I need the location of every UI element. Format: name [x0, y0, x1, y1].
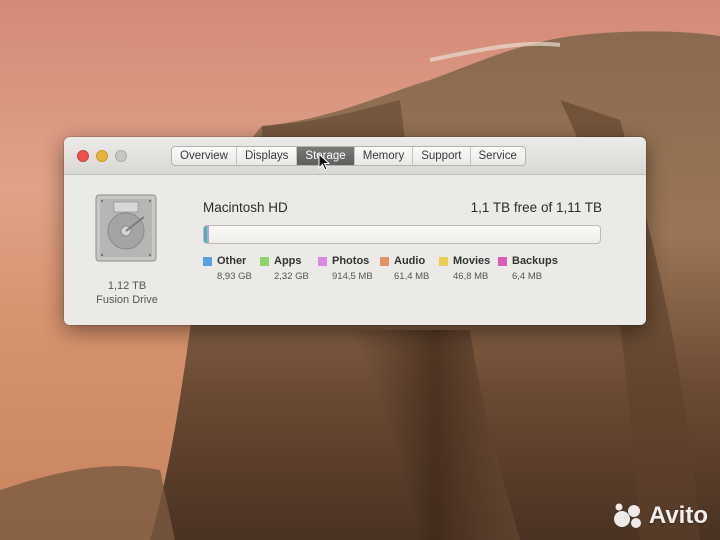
legend-swatch-other [203, 257, 212, 266]
free-space-text: 1,1 TB free of 1,11 TB [470, 200, 602, 215]
usage-segment-photos [208, 226, 209, 243]
disk-type: Fusion Drive [96, 294, 158, 306]
titlebar[interactable]: Overview Displays Storage Memory Support… [64, 137, 646, 175]
disk-capacity: 1,12 TB [107, 280, 147, 292]
tab-overview[interactable]: Overview [172, 147, 237, 165]
legend-label: Audio [394, 255, 426, 267]
legend-label: Apps [274, 255, 302, 267]
about-this-mac-window[interactable]: Overview Displays Storage Memory Support… [64, 137, 646, 325]
tab-service[interactable]: Service [471, 147, 525, 165]
legend-swatch-backups [498, 257, 507, 266]
legend-label: Other [217, 255, 247, 267]
storage-usage-bar [203, 225, 601, 244]
tab-memory[interactable]: Memory [355, 147, 414, 165]
legend-swatch-movies [439, 257, 448, 266]
legend-label: Movies [453, 255, 491, 267]
disk-caption: 1,12 TB Fusion Drive [82, 279, 172, 307]
storage-panel: 1,12 TB Fusion Drive Macintosh HD 1,1 TB… [64, 175, 646, 325]
legend-size: 61,4 MB [394, 271, 430, 282]
tab-displays[interactable]: Displays [237, 147, 298, 165]
legend-size: 46,8 MB [453, 271, 489, 282]
legend-size: 8,93 GB [217, 271, 252, 282]
volume-name: Macintosh HD [203, 200, 288, 215]
avito-logo-icon [613, 503, 641, 528]
legend-swatch-audio [380, 257, 389, 266]
legend-size: 2,32 GB [274, 271, 309, 282]
legend-swatch-photos [318, 257, 327, 266]
legend-size: 6,4 MB [512, 271, 543, 282]
zoom-button[interactable] [115, 150, 127, 162]
legend-label: Photos [332, 255, 370, 267]
mouse-pointer-icon [318, 153, 330, 171]
tab-support[interactable]: Support [413, 147, 471, 165]
tab-bar: Overview Displays Storage Memory Support… [171, 146, 526, 166]
watermark: Avito [613, 502, 708, 530]
legend-label: Backups [512, 255, 558, 267]
legend-swatch-apps [260, 257, 269, 266]
hard-drive-icon [95, 194, 157, 262]
minimize-button[interactable] [96, 150, 108, 162]
watermark-text: Avito [648, 502, 708, 529]
legend-size: 914,5 MB [332, 271, 373, 282]
close-button[interactable] [77, 150, 89, 162]
